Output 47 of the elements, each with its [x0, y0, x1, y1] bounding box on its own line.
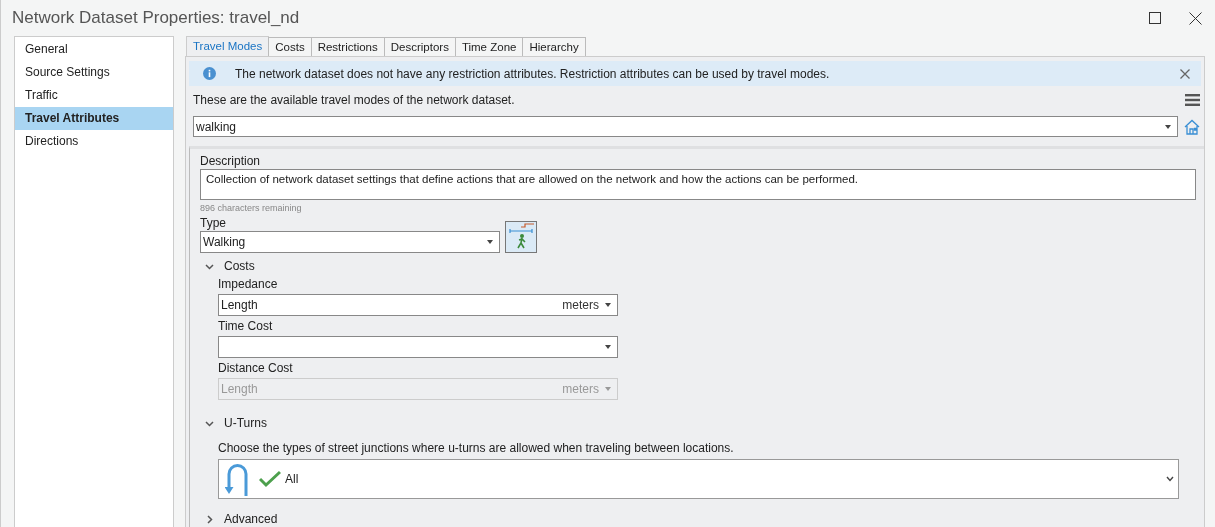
section-title: Costs [224, 259, 255, 273]
sidebar-item[interactable]: Travel Attributes [15, 107, 173, 130]
u-turns-caption: Choose the types of street junctions where u-turns are allowed when traveling between locations. [218, 441, 735, 455]
default-mode-button[interactable] [1184, 118, 1200, 135]
chevron-right-icon [204, 514, 214, 524]
caret-icon [605, 303, 611, 307]
tab[interactable]: Hierarchy [522, 37, 586, 56]
type-dropdown[interactable]: Walking [200, 231, 500, 253]
tab[interactable]: Descriptors [383, 37, 456, 56]
description-field[interactable]: Collection of network dataset settings that define actions that are allowed on the network and how the actions can be performed. [200, 169, 1196, 200]
sidebar-item[interactable]: Traffic [15, 84, 173, 107]
caret-icon [1165, 124, 1171, 129]
close-icon [1188, 11, 1202, 25]
cost-dropdown[interactable]: Length meters [218, 294, 618, 316]
tab[interactable]: Costs [268, 37, 312, 56]
field-label: Distance Cost [218, 361, 294, 376]
u-turns-dropdown[interactable]: All [218, 459, 1179, 499]
description-label: Description [200, 154, 262, 169]
caret-icon [605, 345, 611, 349]
cost-dropdown[interactable] [218, 336, 618, 358]
maximize-icon [1149, 12, 1161, 24]
characters-remaining: 896 characters remaining [200, 202, 303, 214]
info-message: The network dataset does not have any restriction attributes. Restriction attributes can be used by travel modes. [235, 66, 831, 81]
section-title: U-Turns [224, 416, 267, 430]
chevron-down-icon [204, 261, 214, 271]
sidebar-item[interactable]: Source Settings [15, 61, 173, 84]
info-icon [203, 67, 216, 80]
checkmark-icon [259, 470, 281, 488]
field-label: Impedance [218, 277, 279, 292]
house-icon [1184, 118, 1200, 135]
travel-modes-caption: These are the available travel modes of the network dataset. [193, 93, 515, 107]
tab[interactable]: Travel Modes [186, 36, 270, 56]
chevron-down-icon [204, 418, 214, 428]
sidebar-item[interactable]: General [15, 38, 173, 61]
close-icon [1180, 68, 1190, 79]
window-title: Network Dataset Properties: travel_nd [12, 8, 300, 28]
sidebar-item[interactable]: Directions [15, 130, 173, 153]
caret-icon [487, 240, 493, 244]
menu-icon [1185, 94, 1200, 106]
caret-icon [605, 387, 611, 391]
chevron-down-icon [1166, 476, 1174, 482]
travel-mode-dropdown[interactable]: walking [193, 116, 1178, 137]
walking-person-icon [505, 221, 537, 253]
menu-button[interactable] [1185, 94, 1200, 106]
type-label: Type [200, 216, 227, 231]
field-label: Time Cost [218, 319, 274, 334]
section-title: Advanced [224, 512, 278, 526]
